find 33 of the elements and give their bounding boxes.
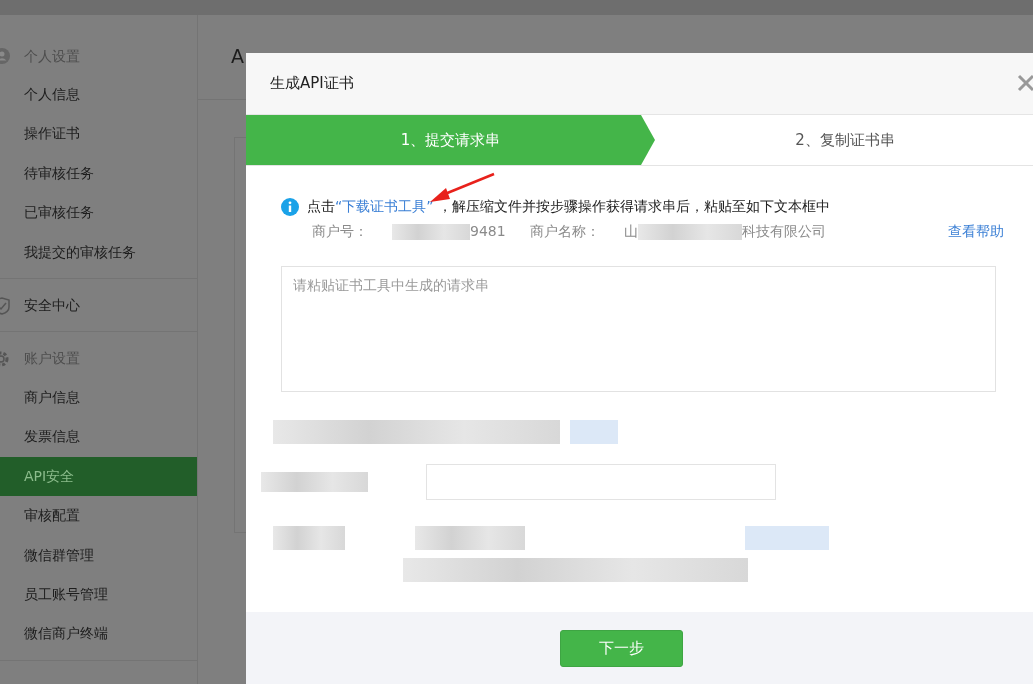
help-link[interactable]: 查看帮助 (948, 221, 1004, 242)
request-string-field[interactable]: 请粘贴证书工具中生成的请求串 (281, 266, 996, 392)
sidebar-item[interactable]: 微信商户终端 (0, 614, 197, 654)
close-icon[interactable] (1016, 73, 1033, 93)
shield-icon (0, 296, 11, 315)
sidebar-item[interactable]: 个人信息 (0, 75, 197, 115)
merchant-name-text: 科技有限公司 (741, 222, 826, 241)
input-field[interactable] (426, 464, 776, 500)
instruction-text: 点击“下载证书工具” ，解压缩文件并按步骤操作获得请求串后，粘贴至如下文本框中 (307, 197, 830, 216)
gear-icon (0, 349, 11, 368)
download-link[interactable]: “下载证书工具” (335, 198, 434, 214)
sidebar-item[interactable]: 审核配置 (0, 496, 197, 536)
sidebar-item[interactable]: 商户信息 (0, 377, 197, 418)
blurred-text (570, 420, 618, 444)
merchant-id-value: 9481 (470, 222, 506, 241)
sidebar-item[interactable]: 安全中心 (24, 295, 80, 317)
sidebar-item[interactable]: API安全 (0, 456, 197, 497)
merchant-name-label: 商户名称： (529, 222, 600, 241)
sidebar-item[interactable]: 已审核任务 (0, 193, 197, 233)
sidebar-item[interactable]: 我提交的审核任务 (0, 232, 197, 272)
info-icon (281, 197, 299, 216)
sidebar-item[interactable]: 发票信息 (0, 417, 197, 457)
page-title: A (231, 45, 244, 67)
sidebar-item[interactable]: 待审核任务 (0, 153, 197, 194)
sidebar-item[interactable]: 微信群管理 (0, 535, 197, 575)
dialog-title: 生成API证书 (270, 73, 354, 95)
next-button[interactable]: 下一步 (559, 629, 683, 667)
blurred-text (273, 526, 345, 550)
sidebar-item[interactable]: 操作证书 (0, 114, 197, 154)
merchant-id-label: 商户号： (312, 222, 368, 241)
merchant-name-text: 山 (623, 222, 638, 241)
step-tab[interactable]: 1、提交请求串 (246, 115, 655, 165)
sidebar-item[interactable]: 员工账号管理 (0, 574, 197, 615)
